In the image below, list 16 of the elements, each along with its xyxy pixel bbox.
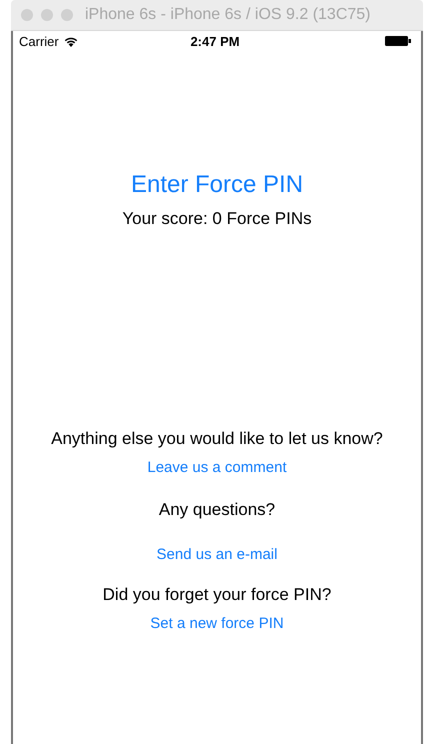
prompt-text: Did you forget your force PIN? bbox=[102, 585, 332, 605]
clock-time: 2:47 PM bbox=[190, 34, 240, 48]
score-label: Your score: 0 Force PINs bbox=[122, 209, 312, 229]
window-title: iPhone 6s - iPhone 6s / iOS 9.2 (13C75) bbox=[85, 6, 370, 24]
battery-icon bbox=[385, 36, 412, 46]
heading: Enter Force PIN bbox=[130, 171, 304, 199]
carrier-label: Carrier bbox=[19, 34, 59, 48]
action-link[interactable]: Send us an e-mail bbox=[156, 546, 278, 563]
prompt-text: Any questions? bbox=[158, 500, 276, 520]
wifi-icon bbox=[64, 36, 78, 46]
action-link[interactable]: Set a new force PIN bbox=[150, 615, 284, 632]
action-link[interactable]: Leave us a comment bbox=[147, 459, 287, 476]
close-button[interactable] bbox=[21, 9, 33, 21]
minimize-button[interactable] bbox=[41, 9, 53, 21]
prompt-text: Anything else you would like to let us know? bbox=[51, 429, 383, 449]
zoom-button[interactable] bbox=[61, 9, 73, 21]
